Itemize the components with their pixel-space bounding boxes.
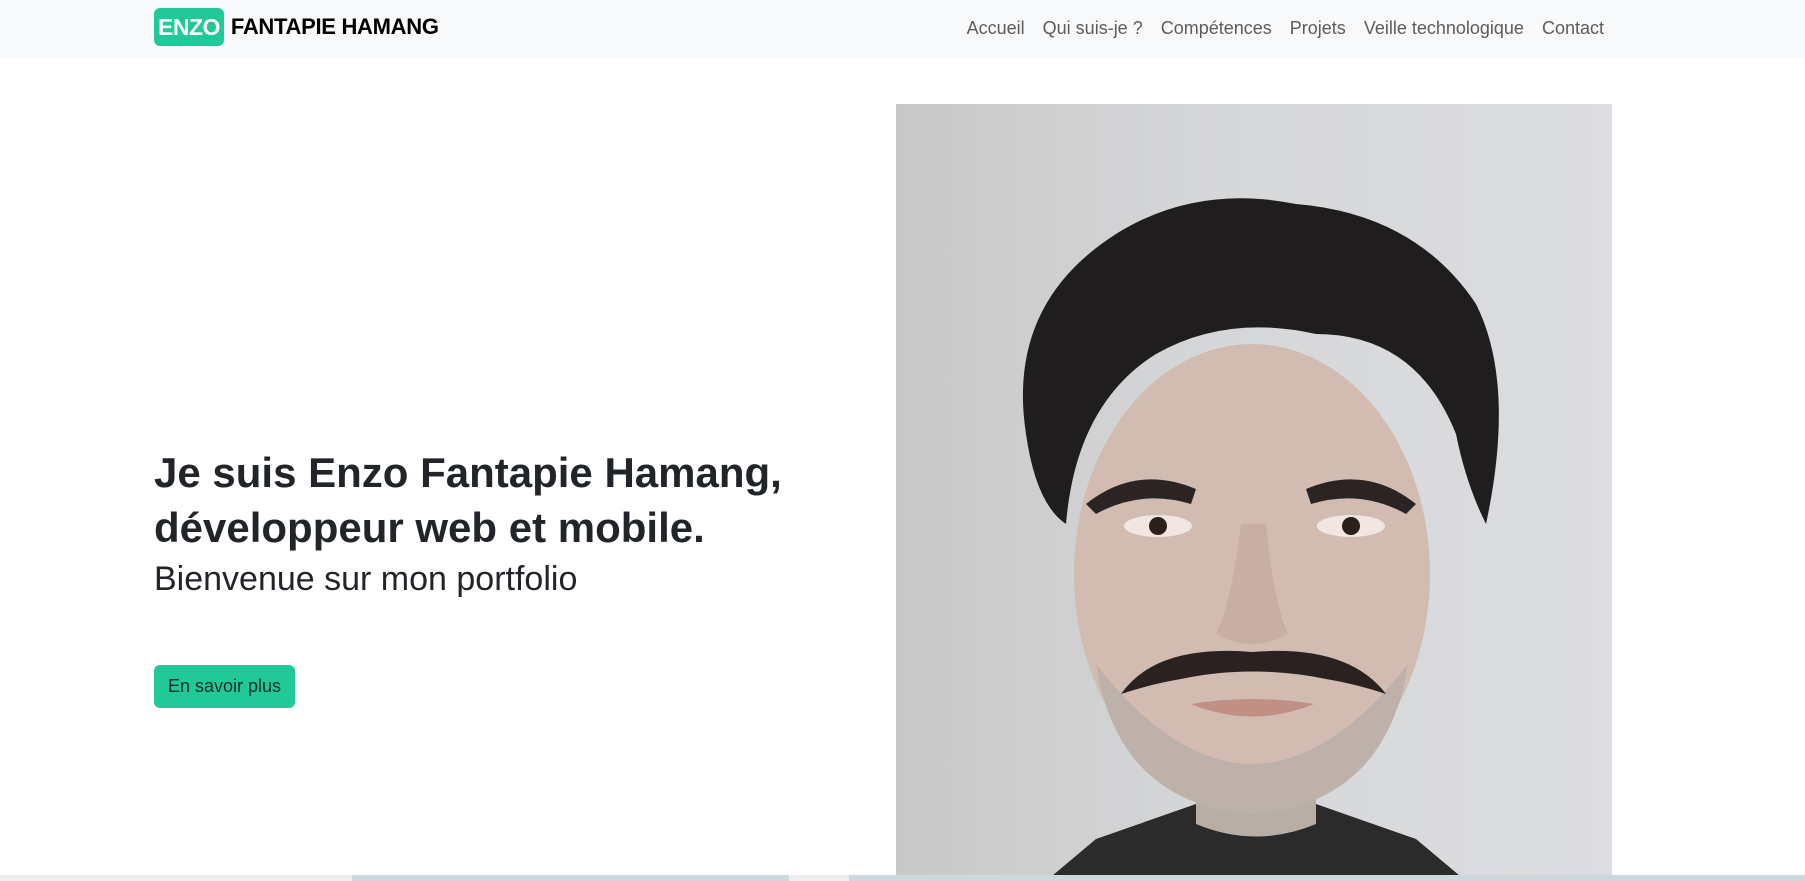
learn-more-button[interactable]: En savoir plus <box>154 665 296 708</box>
brand-logo[interactable]: ENZO FANTAPIE HAMANG <box>154 8 439 46</box>
divider-segment <box>849 875 1805 881</box>
nav-link-accueil[interactable]: Accueil <box>967 18 1025 39</box>
section-divider <box>0 875 1805 881</box>
profile-photo <box>896 104 1612 881</box>
nav-link-contact[interactable]: Contact <box>1542 18 1604 39</box>
nav-link-qui-suis-je[interactable]: Qui suis-je ? <box>1043 18 1143 39</box>
nav-links: Accueil Qui suis-je ? Compétences Projet… <box>949 0 1604 56</box>
brand-name: FANTAPIE HAMANG <box>230 14 439 39</box>
navbar: ENZO FANTAPIE HAMANG Accueil Qui suis-je… <box>0 0 1805 58</box>
nav-link-projets[interactable]: Projets <box>1290 18 1346 39</box>
right-iris <box>1342 517 1360 535</box>
profile-photo-illustration <box>1022 198 1499 881</box>
nav-link-veille-technologique[interactable]: Veille technologique <box>1364 18 1524 39</box>
nav-link-competences[interactable]: Compétences <box>1161 18 1272 39</box>
left-iris <box>1149 517 1167 535</box>
hero-title: Je suis Enzo Fantapie Hamang, développeu… <box>154 445 854 555</box>
hero-title-line1: Je suis Enzo Fantapie Hamang, <box>154 449 782 496</box>
divider-segment <box>352 875 789 881</box>
hero-subtitle: Bienvenue sur mon portfolio <box>154 560 578 598</box>
brand-badge: ENZO <box>154 8 224 46</box>
hero-intro: Je suis Enzo Fantapie Hamang, développeu… <box>154 445 854 602</box>
hero-title-line2: développeur web et mobile. <box>154 504 705 551</box>
